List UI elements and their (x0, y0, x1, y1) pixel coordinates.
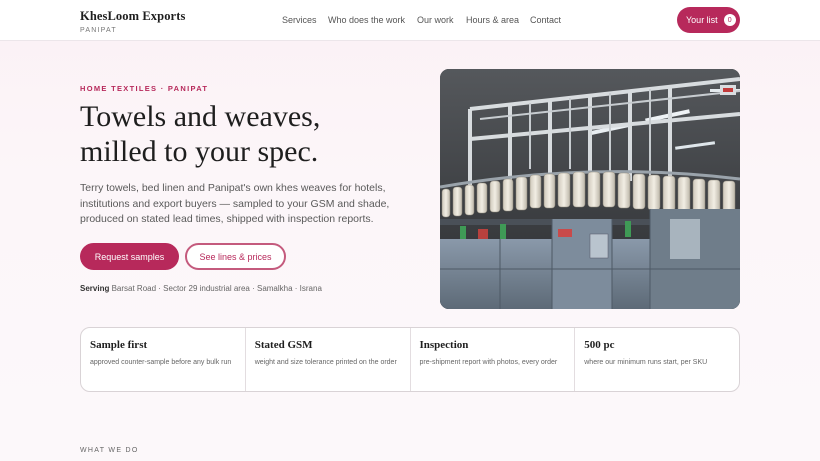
spinning-mill-illustration (440, 69, 740, 309)
feature-stated-gsm: Stated GSM weight and size tolerance pri… (246, 328, 411, 391)
serving-areas: Serving Barsat Road · Sector 29 industri… (80, 284, 322, 293)
hero-factory-photo (440, 69, 740, 309)
feature-desc: approved counter-sample before any bulk … (90, 359, 232, 366)
brand-location: PANIPAT (80, 27, 117, 34)
feature-desc: pre-shipment report with photos, every o… (419, 359, 558, 366)
hero-subtitle: Terry towels, bed linen and Panipat's ow… (80, 182, 390, 226)
feature-sample-first: Sample first approved counter-sample bef… (81, 328, 246, 391)
serving-label: Serving (80, 284, 110, 293)
feature-title: Sample first (90, 339, 148, 351)
hero-title-line-1: Towels and weaves, (80, 100, 321, 133)
nav-link-who[interactable]: Who does the work (328, 15, 405, 25)
brand-logo[interactable]: KhesLoom Exports PANIPAT (80, 9, 185, 34)
nav-link-contact[interactable]: Contact (530, 15, 561, 25)
feature-inspection: Inspection pre-shipment report with phot… (411, 328, 576, 391)
serving-areas-list: Barsat Road · Sector 29 industrial area … (111, 284, 322, 293)
request-samples-button[interactable]: Request samples (80, 243, 179, 270)
feature-title: Stated GSM (254, 339, 313, 351)
your-list-label: Your list (686, 15, 718, 25)
feature-desc: where our minimum runs start, per SKU (584, 359, 708, 366)
hero-eyebrow: HOME TEXTILES · PANIPAT (80, 84, 209, 93)
nav-link-our-work[interactable]: Our work (417, 15, 454, 25)
feature-desc: weight and size tolerance printed on the… (254, 359, 397, 366)
list-count-badge: 0 (723, 14, 736, 26)
feature-title: Inspection (419, 339, 469, 351)
your-list-button[interactable]: Your list 0 (677, 7, 740, 33)
feature-minimum-run: 500 pc where our minimum runs start, per… (575, 328, 739, 391)
hero-title-line-2: milled to your spec. (80, 135, 319, 168)
site-header: KhesLoom Exports PANIPAT Services Who do… (0, 0, 820, 41)
section-label-what-we-do: WHAT WE DO (80, 447, 139, 454)
brand-name: KhesLoom Exports (80, 9, 186, 23)
see-lines-prices-button[interactable]: See lines & prices (185, 243, 286, 270)
feature-title: 500 pc (584, 339, 615, 351)
feature-strip: Sample first approved counter-sample bef… (80, 327, 740, 392)
nav-link-services[interactable]: Services (282, 15, 317, 25)
nav-link-hours-area[interactable]: Hours & area (466, 15, 519, 25)
hero-title: Towels and weaves, milled to your spec. (80, 99, 420, 169)
